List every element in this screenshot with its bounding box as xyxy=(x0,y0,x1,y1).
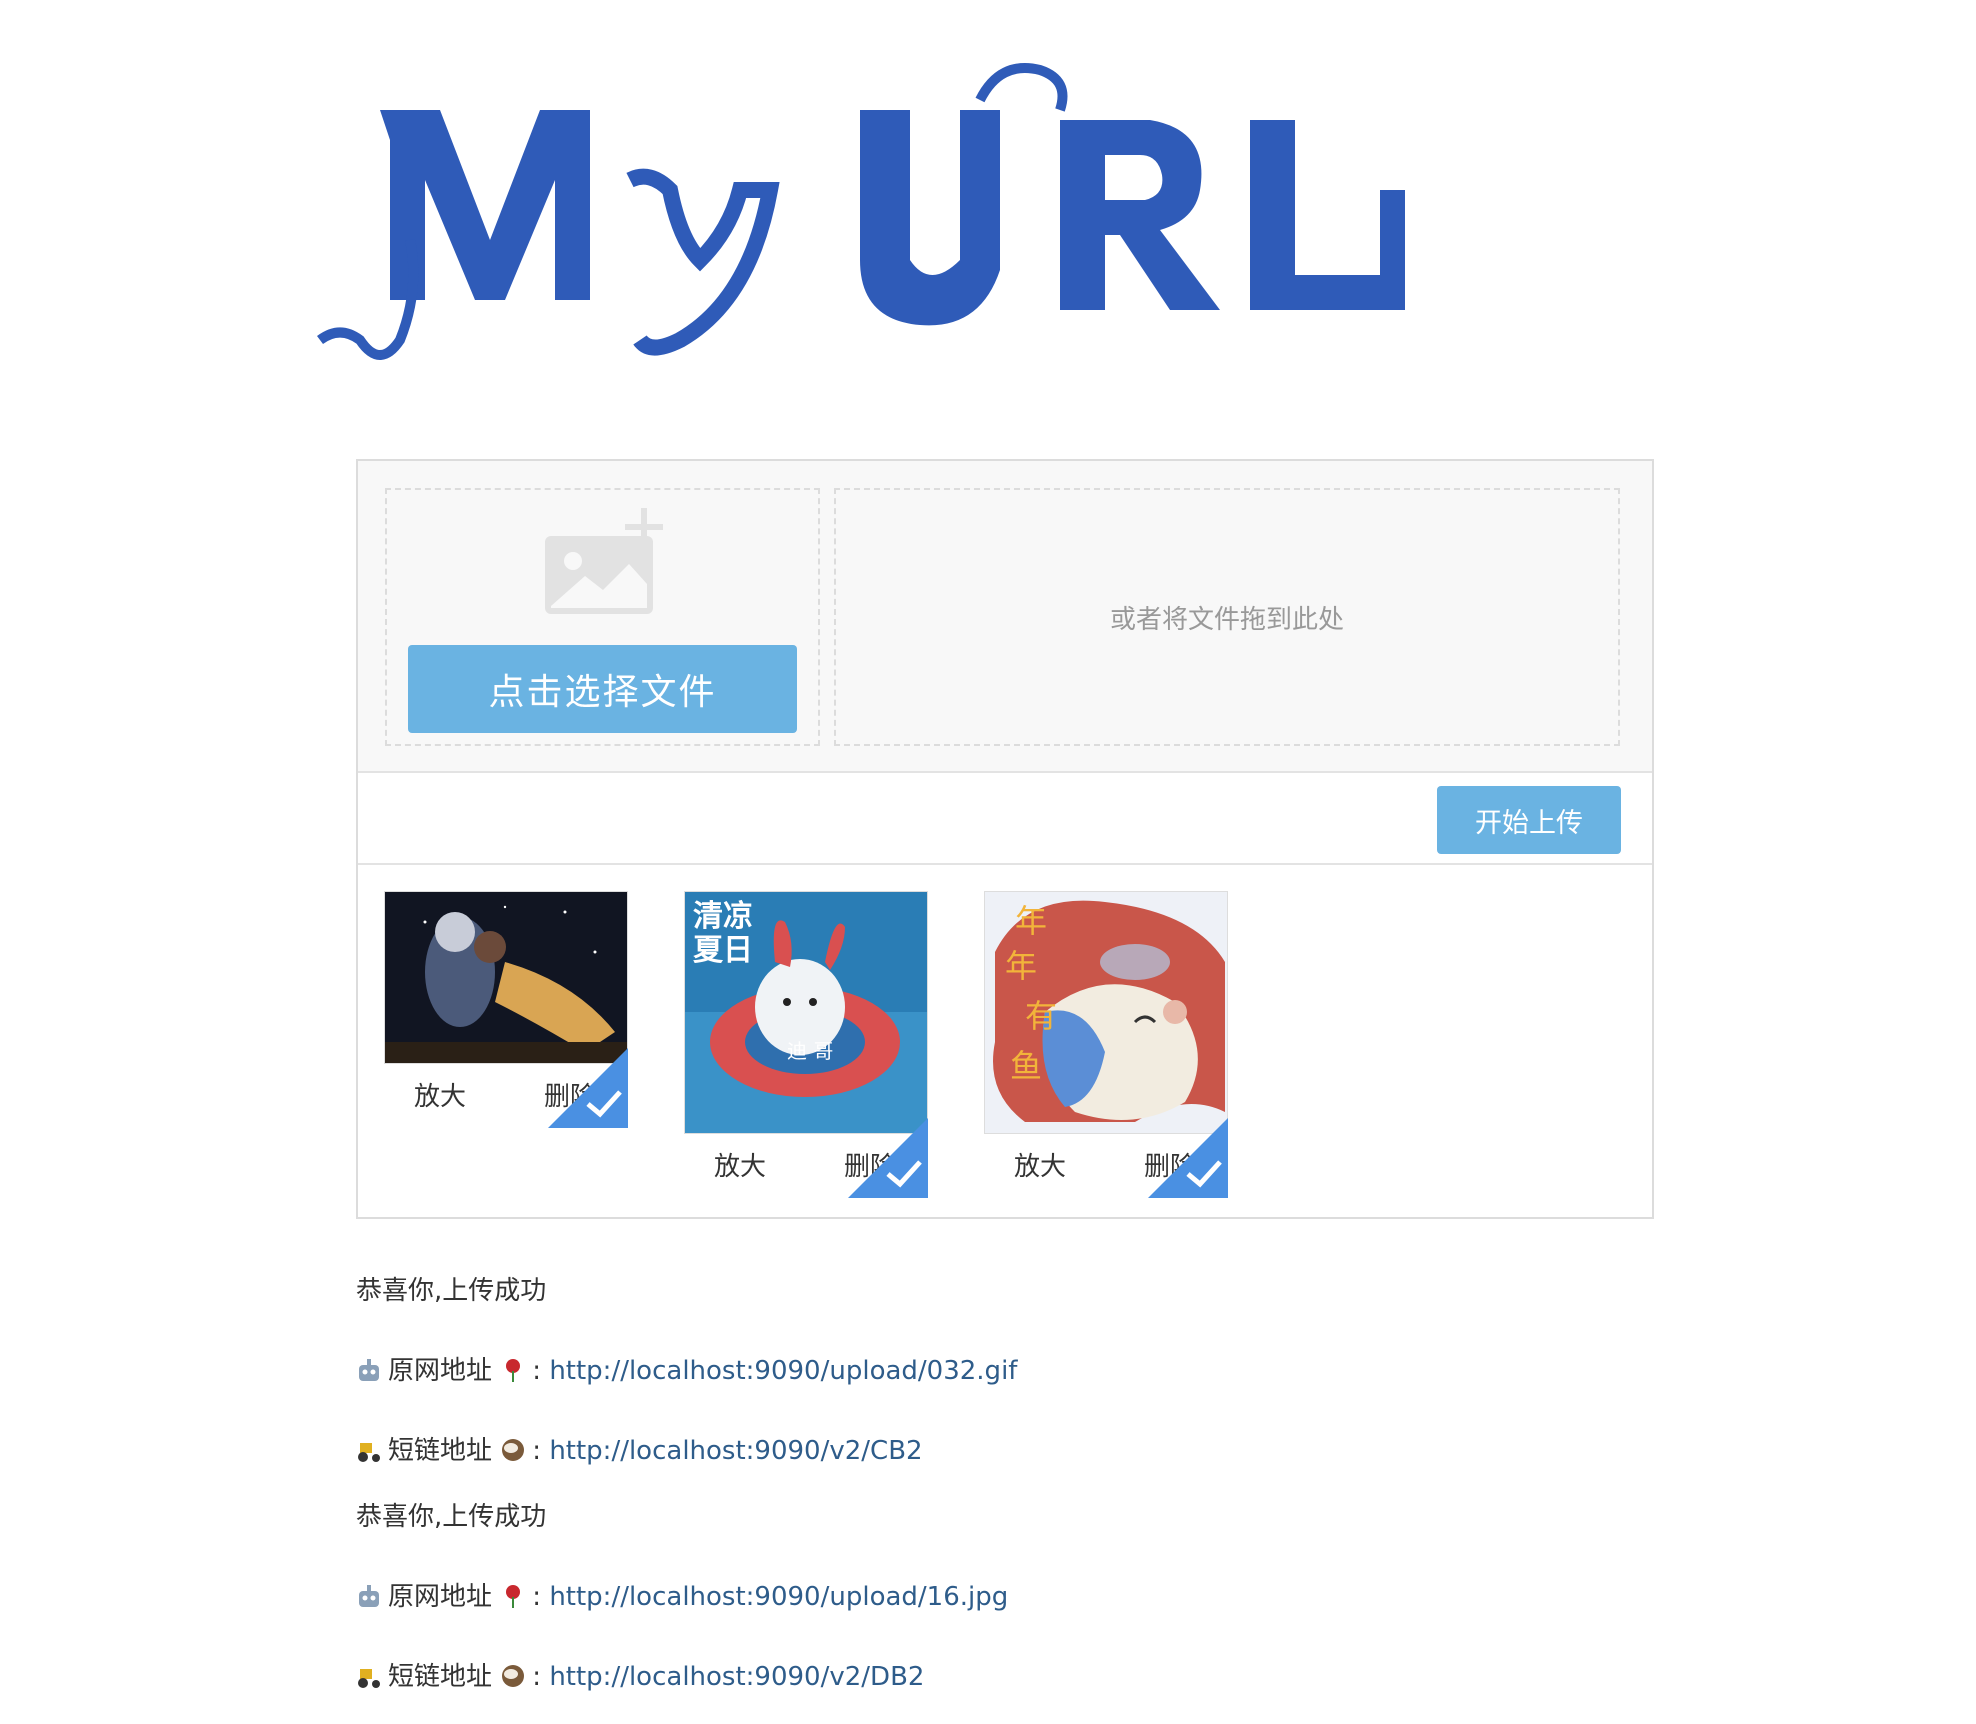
success-message: 恭喜你,上传成功 xyxy=(356,1276,547,1306)
thumb-overlay-text: 年 xyxy=(1015,902,1047,940)
tractor-icon xyxy=(358,1443,380,1462)
zoom-button[interactable]: 放大 xyxy=(1014,1146,1066,1183)
original-url-link[interactable]: http://localhost:9090/upload/032.gif xyxy=(549,1356,1017,1386)
check-icon xyxy=(1148,1118,1228,1198)
short-url-line: 短链地址 : http://localhost:9090/v2/DB2 xyxy=(356,1656,924,1693)
file-item: 清凉 夏日 迪 哥 放大 删除 xyxy=(684,891,928,1198)
rose-icon xyxy=(506,1585,521,1608)
robot-icon xyxy=(359,1585,379,1607)
original-url-link[interactable]: http://localhost:9090/upload/16.jpg xyxy=(549,1582,1008,1612)
select-file-button[interactable]: 点击选择文件 xyxy=(408,645,797,733)
status-bar: 开始上传 xyxy=(358,773,1652,865)
zoom-button[interactable]: 放大 xyxy=(714,1146,766,1183)
short-url-label: 短链地址 xyxy=(388,1436,493,1466)
original-url-label: 原网地址 xyxy=(388,1582,493,1612)
file-thumbnail[interactable]: 年 年 有 鱼 xyxy=(984,891,1228,1134)
check-icon xyxy=(548,1048,628,1128)
zoom-button[interactable]: 放大 xyxy=(414,1076,466,1113)
file-list: 放大 删除 清凉 夏日 迪 哥 放大 删除 年 年 有 鱼 放大 删除 xyxy=(358,865,1652,1215)
check-icon xyxy=(848,1118,928,1198)
file-thumbnail[interactable] xyxy=(384,891,628,1064)
queue-area: 点击选择文件 或者将文件拖到此处 xyxy=(358,461,1652,773)
drop-zone[interactable]: 或者将文件拖到此处 xyxy=(834,488,1620,746)
add-image-icon xyxy=(545,508,663,614)
start-upload-button[interactable]: 开始上传 xyxy=(1437,786,1621,854)
short-url-link[interactable]: http://localhost:9090/v2/DB2 xyxy=(549,1662,924,1692)
rose-icon xyxy=(506,1359,521,1382)
original-url-line: 原网地址 : http://localhost:9090/upload/032.… xyxy=(356,1350,1017,1387)
file-thumbnail[interactable]: 清凉 夏日 迪 哥 xyxy=(684,891,928,1134)
drop-hint: 或者将文件拖到此处 xyxy=(1109,604,1344,635)
original-url-line: 原网地址 : http://localhost:9090/upload/16.j… xyxy=(356,1576,1008,1613)
uploader-panel: 点击选择文件 或者将文件拖到此处 开始上传 放大 删除 清凉 夏日 迪 哥 放大… xyxy=(356,459,1654,1219)
site-logo xyxy=(317,63,1405,360)
original-url-label: 原网地址 xyxy=(388,1356,493,1386)
svg-text:有: 有 xyxy=(1025,997,1057,1035)
file-picker-box[interactable]: 点击选择文件 xyxy=(385,488,820,746)
short-url-link[interactable]: http://localhost:9090/v2/CB2 xyxy=(549,1436,922,1466)
file-actions: 放大 删除 xyxy=(984,1118,1228,1198)
svg-text:年: 年 xyxy=(1005,947,1037,985)
robot-icon xyxy=(359,1359,379,1381)
tractor-icon xyxy=(358,1669,380,1688)
file-actions: 放大 删除 xyxy=(684,1118,928,1198)
coconut-icon xyxy=(502,1665,525,1687)
svg-text:夏日: 夏日 xyxy=(693,933,753,968)
short-url-line: 短链地址 : http://localhost:9090/v2/CB2 xyxy=(356,1430,923,1467)
thumb-overlay-name: 迪 哥 xyxy=(787,1039,833,1063)
success-message: 恭喜你,上传成功 xyxy=(356,1502,547,1532)
coconut-icon xyxy=(502,1439,525,1461)
short-url-label: 短链地址 xyxy=(388,1662,493,1692)
file-actions: 放大 删除 xyxy=(384,1048,628,1128)
thumb-overlay-title: 清凉 xyxy=(693,899,753,934)
file-item: 放大 删除 xyxy=(384,891,628,1128)
file-item: 年 年 有 鱼 放大 删除 xyxy=(984,891,1228,1198)
svg-text:鱼: 鱼 xyxy=(1010,1047,1042,1085)
